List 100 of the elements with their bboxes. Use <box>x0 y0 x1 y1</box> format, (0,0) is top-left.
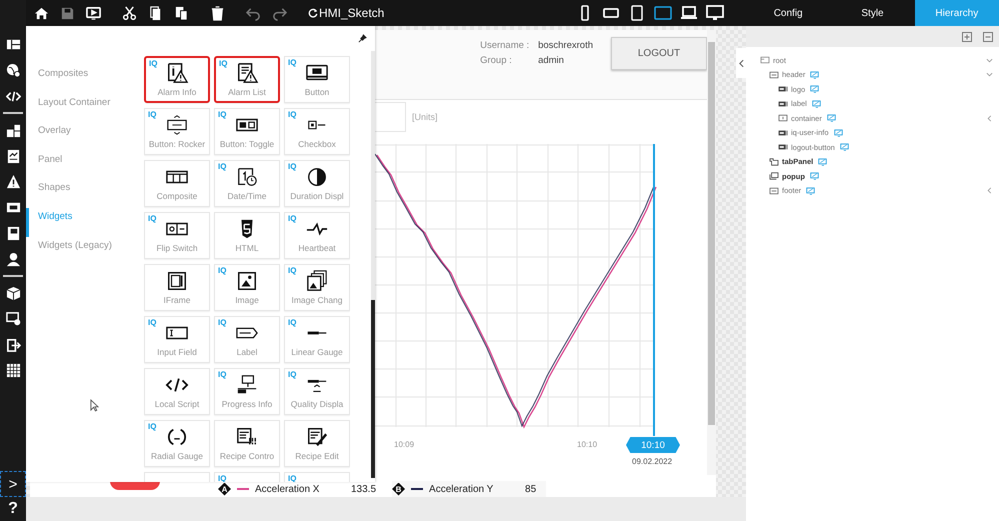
scrollbar[interactable] <box>371 51 375 478</box>
collapse-all-icon[interactable] <box>983 32 993 42</box>
widget-tile[interactable]: IQ Linear Gauge <box>284 316 350 363</box>
panel-tab[interactable]: Config <box>746 0 830 26</box>
monitor-icon[interactable] <box>840 143 849 152</box>
widget-label: Duration Displ <box>290 191 344 201</box>
widget-tile[interactable]: Composite <box>144 160 210 207</box>
home-icon <box>34 6 48 20</box>
monitor-icon[interactable] <box>818 158 828 166</box>
widget-label: Image <box>235 295 259 305</box>
widget-tile[interactable]: IQ Alarm List <box>214 56 280 103</box>
element-icon <box>778 143 788 152</box>
widget-tile[interactable]: IQ Alarm Info <box>144 56 210 103</box>
widget-label: Composite <box>156 191 198 201</box>
expand-all-icon[interactable] <box>962 32 972 42</box>
chevron-icon[interactable] <box>986 71 993 78</box>
container-icon <box>769 186 779 195</box>
widget-tile[interactable]: IQ Duration Displ <box>284 160 350 207</box>
widget-tile[interactable]: HTML <box>214 212 280 259</box>
pin-icon[interactable] <box>358 34 367 43</box>
series-value: 85 <box>525 484 536 494</box>
monitor-icon[interactable] <box>810 85 820 94</box>
widget-tile[interactable]: IQ Image <box>214 264 280 311</box>
chevron-icon[interactable] <box>986 56 993 64</box>
phone-landscape-icon <box>602 5 620 21</box>
username-label: Username : <box>480 40 530 51</box>
iq-label: IQ <box>288 110 296 119</box>
widget-tile[interactable]: Local Script <box>144 368 210 415</box>
widget-tile[interactable]: IQ Input Field <box>144 316 210 363</box>
cube-icon <box>6 286 20 301</box>
scrollbar-thumb[interactable] <box>708 42 715 425</box>
category-item[interactable]: Shapes <box>26 179 144 208</box>
series-value: 133.5 <box>351 484 376 494</box>
category-item[interactable]: Panel <box>26 150 144 180</box>
code-icon <box>6 88 20 104</box>
mouse-cursor-icon <box>90 399 99 412</box>
iq-label: IQ <box>148 318 156 327</box>
widget-tile[interactable]: IQ Flip Switch <box>144 212 210 259</box>
username-value: boschrexroth <box>538 40 593 51</box>
logout-button[interactable]: LOGOUT <box>611 37 707 70</box>
widget-tile[interactable]: IQ Image Chang <box>284 264 350 311</box>
widget-label: Button: Toggle <box>220 139 274 149</box>
widget-tile[interactable]: IQ Radial Gauge <box>144 420 210 467</box>
axis-label: 10:09 <box>394 440 414 449</box>
monitor-icon[interactable] <box>810 172 819 180</box>
widget-label: Image Chang <box>291 295 343 305</box>
category-item[interactable]: Layout Container <box>26 94 144 122</box>
widget-tile[interactable]: Recipe Contro <box>214 420 280 467</box>
widget-tile[interactable]: IQ Button: Toggle <box>214 108 280 155</box>
category-item[interactable]: Widgets (Legacy) <box>26 236 144 266</box>
element-icon <box>778 100 788 108</box>
scissors-icon <box>122 6 136 20</box>
iq-label: IQ <box>148 110 156 119</box>
widget-tile[interactable]: IQ Button <box>284 56 350 103</box>
chart-icon <box>6 148 20 164</box>
chevron-icon[interactable] <box>986 187 993 194</box>
panel-tab[interactable]: Hierarchy <box>914 0 999 26</box>
iq-label: IQ <box>288 58 296 67</box>
grid-icon <box>6 362 20 378</box>
page-icon <box>760 56 770 64</box>
widget-tile[interactable]: IFrame <box>144 264 210 311</box>
widget-tile[interactable]: IQ Quality Displa <box>284 368 350 415</box>
chevron-icon[interactable] <box>986 114 993 122</box>
project-title: HMI_Sketch <box>319 6 384 20</box>
help-button[interactable]: ? <box>0 497 26 521</box>
widget-tile[interactable]: IQ Progress Info <box>214 368 280 415</box>
units-label: [Units] <box>412 112 438 122</box>
widget-tile[interactable]: IQ Button: Rocker <box>144 108 210 155</box>
play-screen-icon <box>86 6 100 20</box>
panel-tab[interactable]: Style <box>830 0 915 26</box>
widget-tile[interactable]: IQ Date/Time <box>214 160 280 207</box>
widgets-icon <box>6 122 20 138</box>
monitor-icon[interactable] <box>810 70 820 79</box>
iq-label: IQ <box>218 110 226 119</box>
scrollbar[interactable] <box>707 30 716 475</box>
collapse-button[interactable] <box>736 48 746 78</box>
widget-tile[interactable]: Recipe Edit <box>284 420 350 467</box>
series-name: Acceleration X <box>255 484 320 494</box>
widget-tile[interactable]: IQ Heartbeat <box>284 212 350 259</box>
cursor-date: 09.02.2022 <box>632 457 672 466</box>
iq-label: IQ <box>288 370 296 379</box>
monitor-icon[interactable] <box>834 128 843 137</box>
widget-tile[interactable]: IQ Checkbox <box>284 108 350 155</box>
category-item[interactable]: Overlay <box>26 122 144 151</box>
widget-label: Input Field <box>157 347 197 357</box>
widget-tile[interactable]: IQ Label <box>214 316 280 363</box>
scrollbar-thumb[interactable] <box>371 300 375 478</box>
widget-label: Local Script <box>154 399 200 409</box>
monitor-icon[interactable] <box>812 100 821 108</box>
undo-icon <box>246 6 260 20</box>
category-item[interactable]: Composites <box>26 65 144 94</box>
monitor-icon[interactable] <box>826 114 836 122</box>
category-item[interactable]: Widgets <box>26 208 144 237</box>
popup-icon <box>769 172 779 180</box>
monitor-icon[interactable] <box>806 186 816 195</box>
widget-label: Recipe Edit <box>295 451 339 461</box>
widget-label: Button: Rocker <box>148 139 206 149</box>
widget-label: Label <box>236 347 258 357</box>
paste-icon <box>174 6 188 20</box>
cursor-time-label[interactable]: 10:10 <box>626 437 680 453</box>
